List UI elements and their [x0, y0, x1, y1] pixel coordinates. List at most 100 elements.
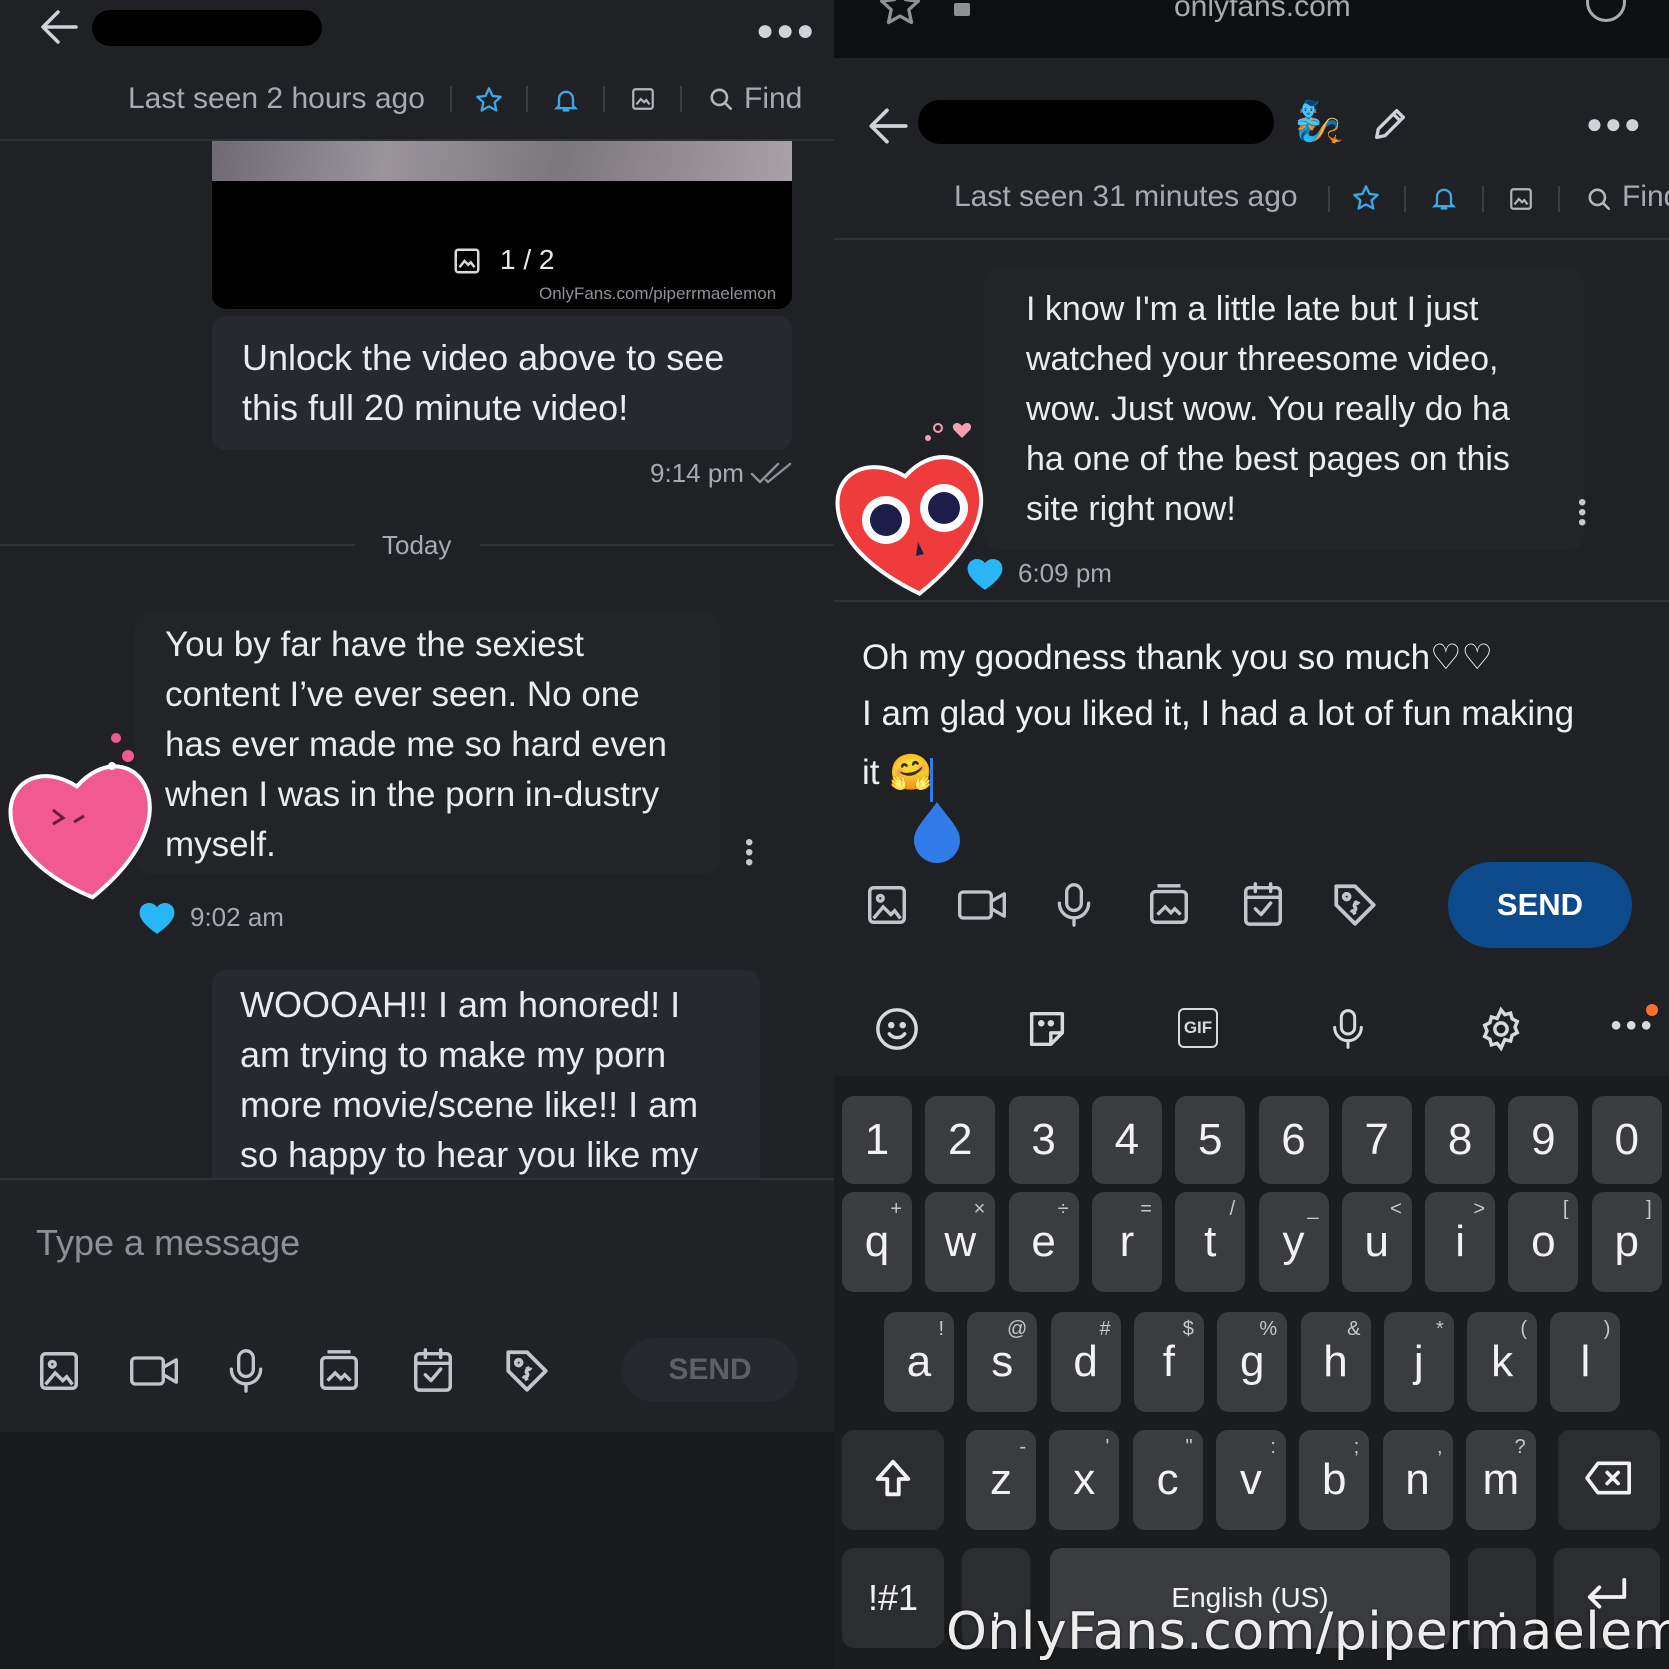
last-seen-status: Last seen 2 hours ago: [128, 82, 425, 115]
key-1[interactable]: 1: [842, 1096, 912, 1184]
heart-sticker-icon: [8, 730, 158, 905]
sticker-icon[interactable]: [1024, 1006, 1070, 1052]
key-o[interactable]: [o: [1508, 1192, 1579, 1292]
heart-reaction-icon[interactable]: [966, 556, 1004, 592]
gallery-icon[interactable]: [1508, 186, 1534, 212]
key-0[interactable]: 0: [1591, 1096, 1662, 1184]
back-arrow-icon[interactable]: [38, 6, 80, 48]
key-l[interactable]: ) l: [1550, 1312, 1621, 1412]
send-button[interactable]: SEND: [622, 1338, 798, 1402]
bell-icon[interactable]: [552, 86, 580, 114]
search-icon[interactable]: [1586, 186, 1612, 212]
key-t[interactable]: / t: [1175, 1192, 1246, 1292]
backspace-key[interactable]: [1558, 1430, 1660, 1530]
key-z[interactable]: -z: [966, 1430, 1036, 1530]
key-secondary-symbol: -: [1019, 1436, 1026, 1458]
key-m[interactable]: ? m: [1465, 1430, 1536, 1530]
key-g[interactable]: % g: [1217, 1312, 1288, 1412]
message-text: Unlock the video above to see this full …: [242, 337, 725, 428]
key-3[interactable]: 3: [1008, 1096, 1079, 1184]
key-d[interactable]: # d: [1050, 1312, 1121, 1412]
media-vault-icon[interactable]: [1146, 882, 1192, 928]
symbols-key[interactable]: !#1: [842, 1548, 944, 1648]
composer-text-line[interactable]: Oh my goodness thank you so much♡♡: [862, 638, 1493, 678]
key-secondary-symbol: $: [1182, 1318, 1194, 1340]
message-input[interactable]: Type a message: [36, 1222, 300, 1264]
message-options-icon[interactable]: • • •: [1578, 491, 1586, 535]
star-outline-icon[interactable]: [878, 0, 922, 28]
left-chat-screen: ●●● Last seen 2 hours ago Find 1 / 2 Onl…: [0, 0, 834, 1669]
star-icon[interactable]: [475, 86, 503, 114]
video-icon[interactable]: [956, 882, 1008, 928]
find-label[interactable]: Find: [744, 82, 802, 116]
back-arrow-icon[interactable]: [866, 104, 910, 148]
url-text[interactable]: onlyfans.com: [1174, 0, 1351, 24]
key-secondary-symbol: ': [1105, 1436, 1110, 1458]
photo-icon[interactable]: [864, 882, 910, 928]
key-q[interactable]: + q: [842, 1192, 912, 1292]
gif-button[interactable]: GIF: [1178, 1008, 1218, 1048]
key-secondary-symbol: <: [1390, 1198, 1402, 1220]
key-c[interactable]: " c: [1132, 1430, 1203, 1530]
key-s[interactable]: @ s: [967, 1312, 1038, 1412]
send-button[interactable]: SEND: [1448, 862, 1632, 948]
price-tag-icon[interactable]: [502, 1346, 552, 1396]
photo-icon[interactable]: [36, 1348, 82, 1394]
key-a[interactable]: ! a: [884, 1312, 954, 1412]
calendar-icon[interactable]: [410, 1346, 456, 1394]
microphone-icon[interactable]: [224, 1346, 268, 1396]
star-icon[interactable]: [1352, 184, 1380, 212]
price-tag-icon[interactable]: [1330, 880, 1380, 930]
key-j[interactable]: * j: [1383, 1312, 1454, 1412]
key-secondary-symbol: ,: [1436, 1436, 1443, 1458]
key-r[interactable]: = r: [1091, 1192, 1162, 1292]
key-y[interactable]: _ y: [1258, 1192, 1329, 1292]
key-2[interactable]: 2: [925, 1096, 996, 1184]
key-p[interactable]: ] p: [1591, 1192, 1662, 1292]
key-8[interactable]: 8: [1425, 1096, 1496, 1184]
media-credit: OnlyFans.com/piperrmaelemon: [539, 284, 777, 303]
key-h[interactable]: & h: [1300, 1312, 1371, 1412]
key-w[interactable]: × w: [925, 1192, 996, 1292]
message-options-icon[interactable]: • • •: [745, 831, 753, 875]
key-f[interactable]: $ f: [1133, 1312, 1204, 1412]
cursor-handle-icon[interactable]: [912, 800, 962, 864]
key-n[interactable]: ,n: [1382, 1430, 1453, 1530]
media-vault-icon[interactable]: [316, 1348, 362, 1394]
composer-text-line[interactable]: it 🤗: [862, 752, 933, 793]
calendar-icon[interactable]: [1240, 880, 1286, 928]
key-u[interactable]: < u: [1341, 1192, 1412, 1292]
heart-reaction-icon[interactable]: [138, 900, 176, 936]
voice-input-icon[interactable]: [1328, 1006, 1368, 1052]
bell-icon[interactable]: [1430, 184, 1458, 212]
key-6[interactable]: 6: [1258, 1096, 1329, 1184]
key-b[interactable]: ; b: [1299, 1430, 1370, 1530]
more-options-icon[interactable]: ●●●: [756, 14, 816, 48]
emoji-icon[interactable]: [874, 1006, 920, 1052]
key-7[interactable]: 7: [1341, 1096, 1412, 1184]
settings-gear-icon[interactable]: [1478, 1006, 1524, 1052]
key-4[interactable]: 4: [1091, 1096, 1162, 1184]
key-9[interactable]: 9: [1508, 1096, 1579, 1184]
key-secondary-symbol: (: [1520, 1318, 1528, 1340]
key-label: 1: [864, 1115, 890, 1164]
key-label: 3: [1031, 1115, 1056, 1164]
key-i[interactable]: > i: [1425, 1192, 1496, 1292]
find-label[interactable]: Find: [1622, 180, 1669, 214]
key-v[interactable]: :v: [1215, 1430, 1286, 1530]
key-secondary-symbol: ;: [1353, 1436, 1360, 1458]
shift-key[interactable]: [842, 1430, 944, 1530]
key-k[interactable]: (k: [1467, 1312, 1538, 1412]
media-thumbnail[interactable]: [212, 141, 792, 181]
video-icon[interactable]: [128, 1348, 180, 1394]
key-5[interactable]: 5: [1175, 1096, 1246, 1184]
microphone-icon[interactable]: [1052, 880, 1096, 930]
pencil-icon[interactable]: [1370, 104, 1410, 144]
gallery-icon[interactable]: [630, 86, 656, 112]
more-options-icon[interactable]: ●●●: [1586, 108, 1643, 140]
key-x[interactable]: ' x: [1049, 1430, 1120, 1530]
composer-text-line[interactable]: I am glad you liked it, I had a lot of f…: [862, 694, 1574, 734]
more-keyboard-options-icon[interactable]: ●●●: [1610, 1014, 1655, 1037]
key-e[interactable]: ÷ e: [1008, 1192, 1079, 1292]
search-icon[interactable]: [708, 86, 734, 112]
